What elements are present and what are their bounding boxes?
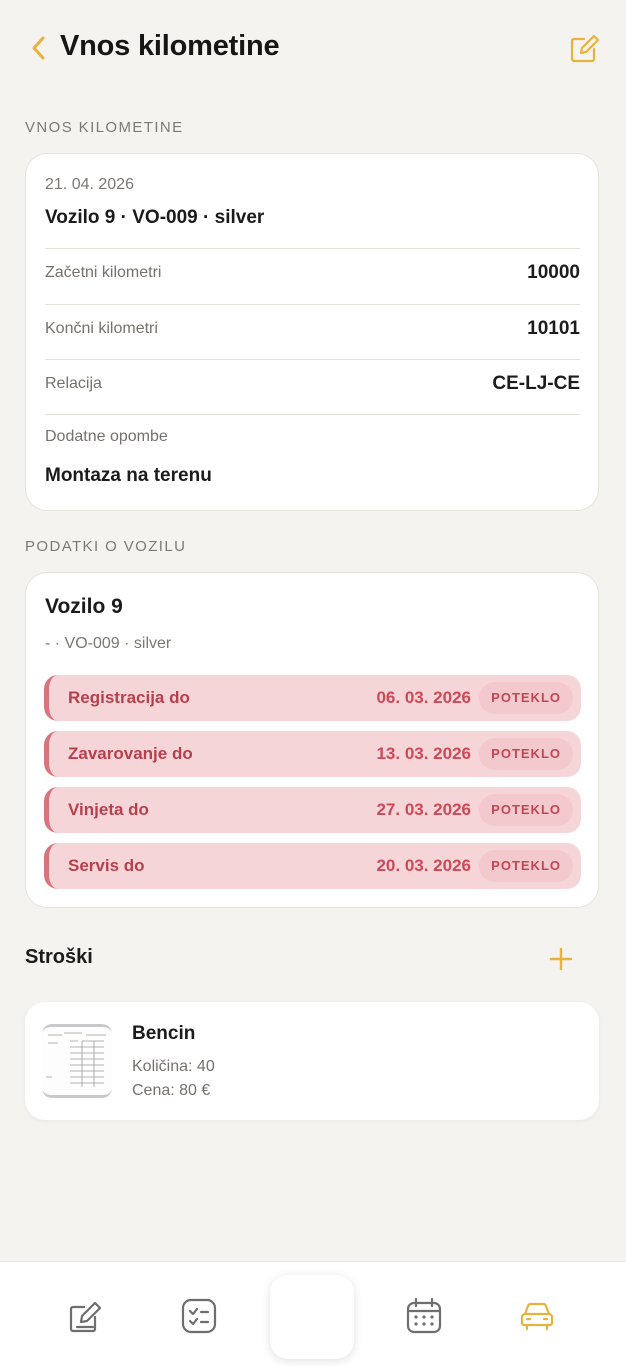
cost-item[interactable]: Bencin Količina: 40 Cena: 80 €	[25, 1002, 599, 1120]
alert-insurance: Zavarovanje do 13. 03. 2026 POTEKLO	[44, 731, 581, 777]
section-label-vehicle: PODATKI O VOZILU	[25, 538, 187, 555]
vehicle-subtitle: - · VO-009 · silver	[45, 635, 172, 652]
trip-card: 21. 04. 2026 Vozilo 9 · VO-009 · silver …	[25, 153, 599, 511]
trip-date: 21. 04. 2026	[45, 176, 134, 193]
row-end-km: Končni kilometri 10101	[45, 304, 580, 360]
cost-quantity: Količina: 40	[132, 1058, 215, 1075]
row-label: Relacija	[45, 375, 102, 392]
vehicle-card: Vozilo 9 - · VO-009 · silver Registracij…	[25, 572, 599, 908]
row-start-km: Začetni kilometri 10000	[45, 248, 580, 304]
status-badge: POTEKLO	[479, 738, 573, 770]
nav-calendar[interactable]	[404, 1296, 444, 1336]
notes-value: Montaza na terenu	[45, 465, 212, 486]
costs-title: Stroški	[25, 946, 93, 968]
alert-date: 06. 03. 2026	[376, 688, 471, 707]
receipt-thumbnail	[42, 1024, 112, 1098]
row-value: CE-LJ-CE	[492, 373, 580, 394]
add-cost-button[interactable]	[545, 943, 577, 975]
header: Vnos kilometine	[0, 0, 626, 96]
cost-price: Cena: 80 €	[132, 1082, 211, 1099]
alert-date: 27. 03. 2026	[376, 800, 471, 819]
calendar-icon	[406, 1297, 442, 1334]
trip-vehicle: Vozilo 9 · VO-009 · silver	[45, 207, 265, 228]
row-route: Relacija CE-LJ-CE	[45, 359, 580, 415]
alert-label: Registracija do	[68, 688, 190, 707]
checklist-icon	[181, 1298, 217, 1334]
row-label: Začetni kilometri	[45, 264, 162, 281]
status-badge: POTEKLO	[479, 682, 573, 714]
car-icon	[520, 1302, 554, 1331]
nav-car[interactable]	[517, 1296, 557, 1336]
alert-vignette: Vinjeta do 27. 03. 2026 POTEKLO	[44, 787, 581, 833]
status-badge: POTEKLO	[479, 794, 573, 826]
back-button[interactable]	[26, 32, 52, 64]
home-button[interactable]	[270, 1275, 354, 1359]
cost-name: Bencin	[132, 1023, 196, 1044]
nav-edit[interactable]	[66, 1296, 106, 1336]
notes-block: Dodatne opombe Montaza na terenu	[45, 414, 580, 510]
row-value: 10101	[527, 318, 580, 339]
alert-service: Servis do 20. 03. 2026 POTEKLO	[44, 843, 581, 889]
alert-date: 20. 03. 2026	[376, 856, 471, 875]
notes-label: Dodatne opombe	[45, 428, 168, 445]
alert-label: Vinjeta do	[68, 800, 149, 819]
row-value: 10000	[527, 262, 580, 283]
bottom-nav	[0, 1261, 626, 1366]
status-badge: POTEKLO	[479, 850, 573, 882]
edit-icon	[69, 1301, 102, 1333]
page-title: Vnos kilometine	[60, 30, 280, 62]
row-label: Končni kilometri	[45, 320, 158, 337]
alert-label: Servis do	[68, 856, 145, 875]
section-label-trip: VNOS KILOMETINE	[25, 119, 184, 136]
alert-date: 13. 03. 2026	[376, 744, 471, 763]
plus-icon	[549, 947, 573, 971]
edit-button[interactable]	[566, 30, 604, 68]
edit-icon	[570, 34, 600, 63]
alert-registration: Registracija do 06. 03. 2026 POTEKLO	[44, 675, 581, 721]
chevron-left-icon	[32, 36, 45, 60]
vehicle-name: Vozilo 9	[45, 595, 123, 618]
nav-checklist[interactable]	[179, 1296, 219, 1336]
alert-label: Zavarovanje do	[68, 744, 193, 763]
